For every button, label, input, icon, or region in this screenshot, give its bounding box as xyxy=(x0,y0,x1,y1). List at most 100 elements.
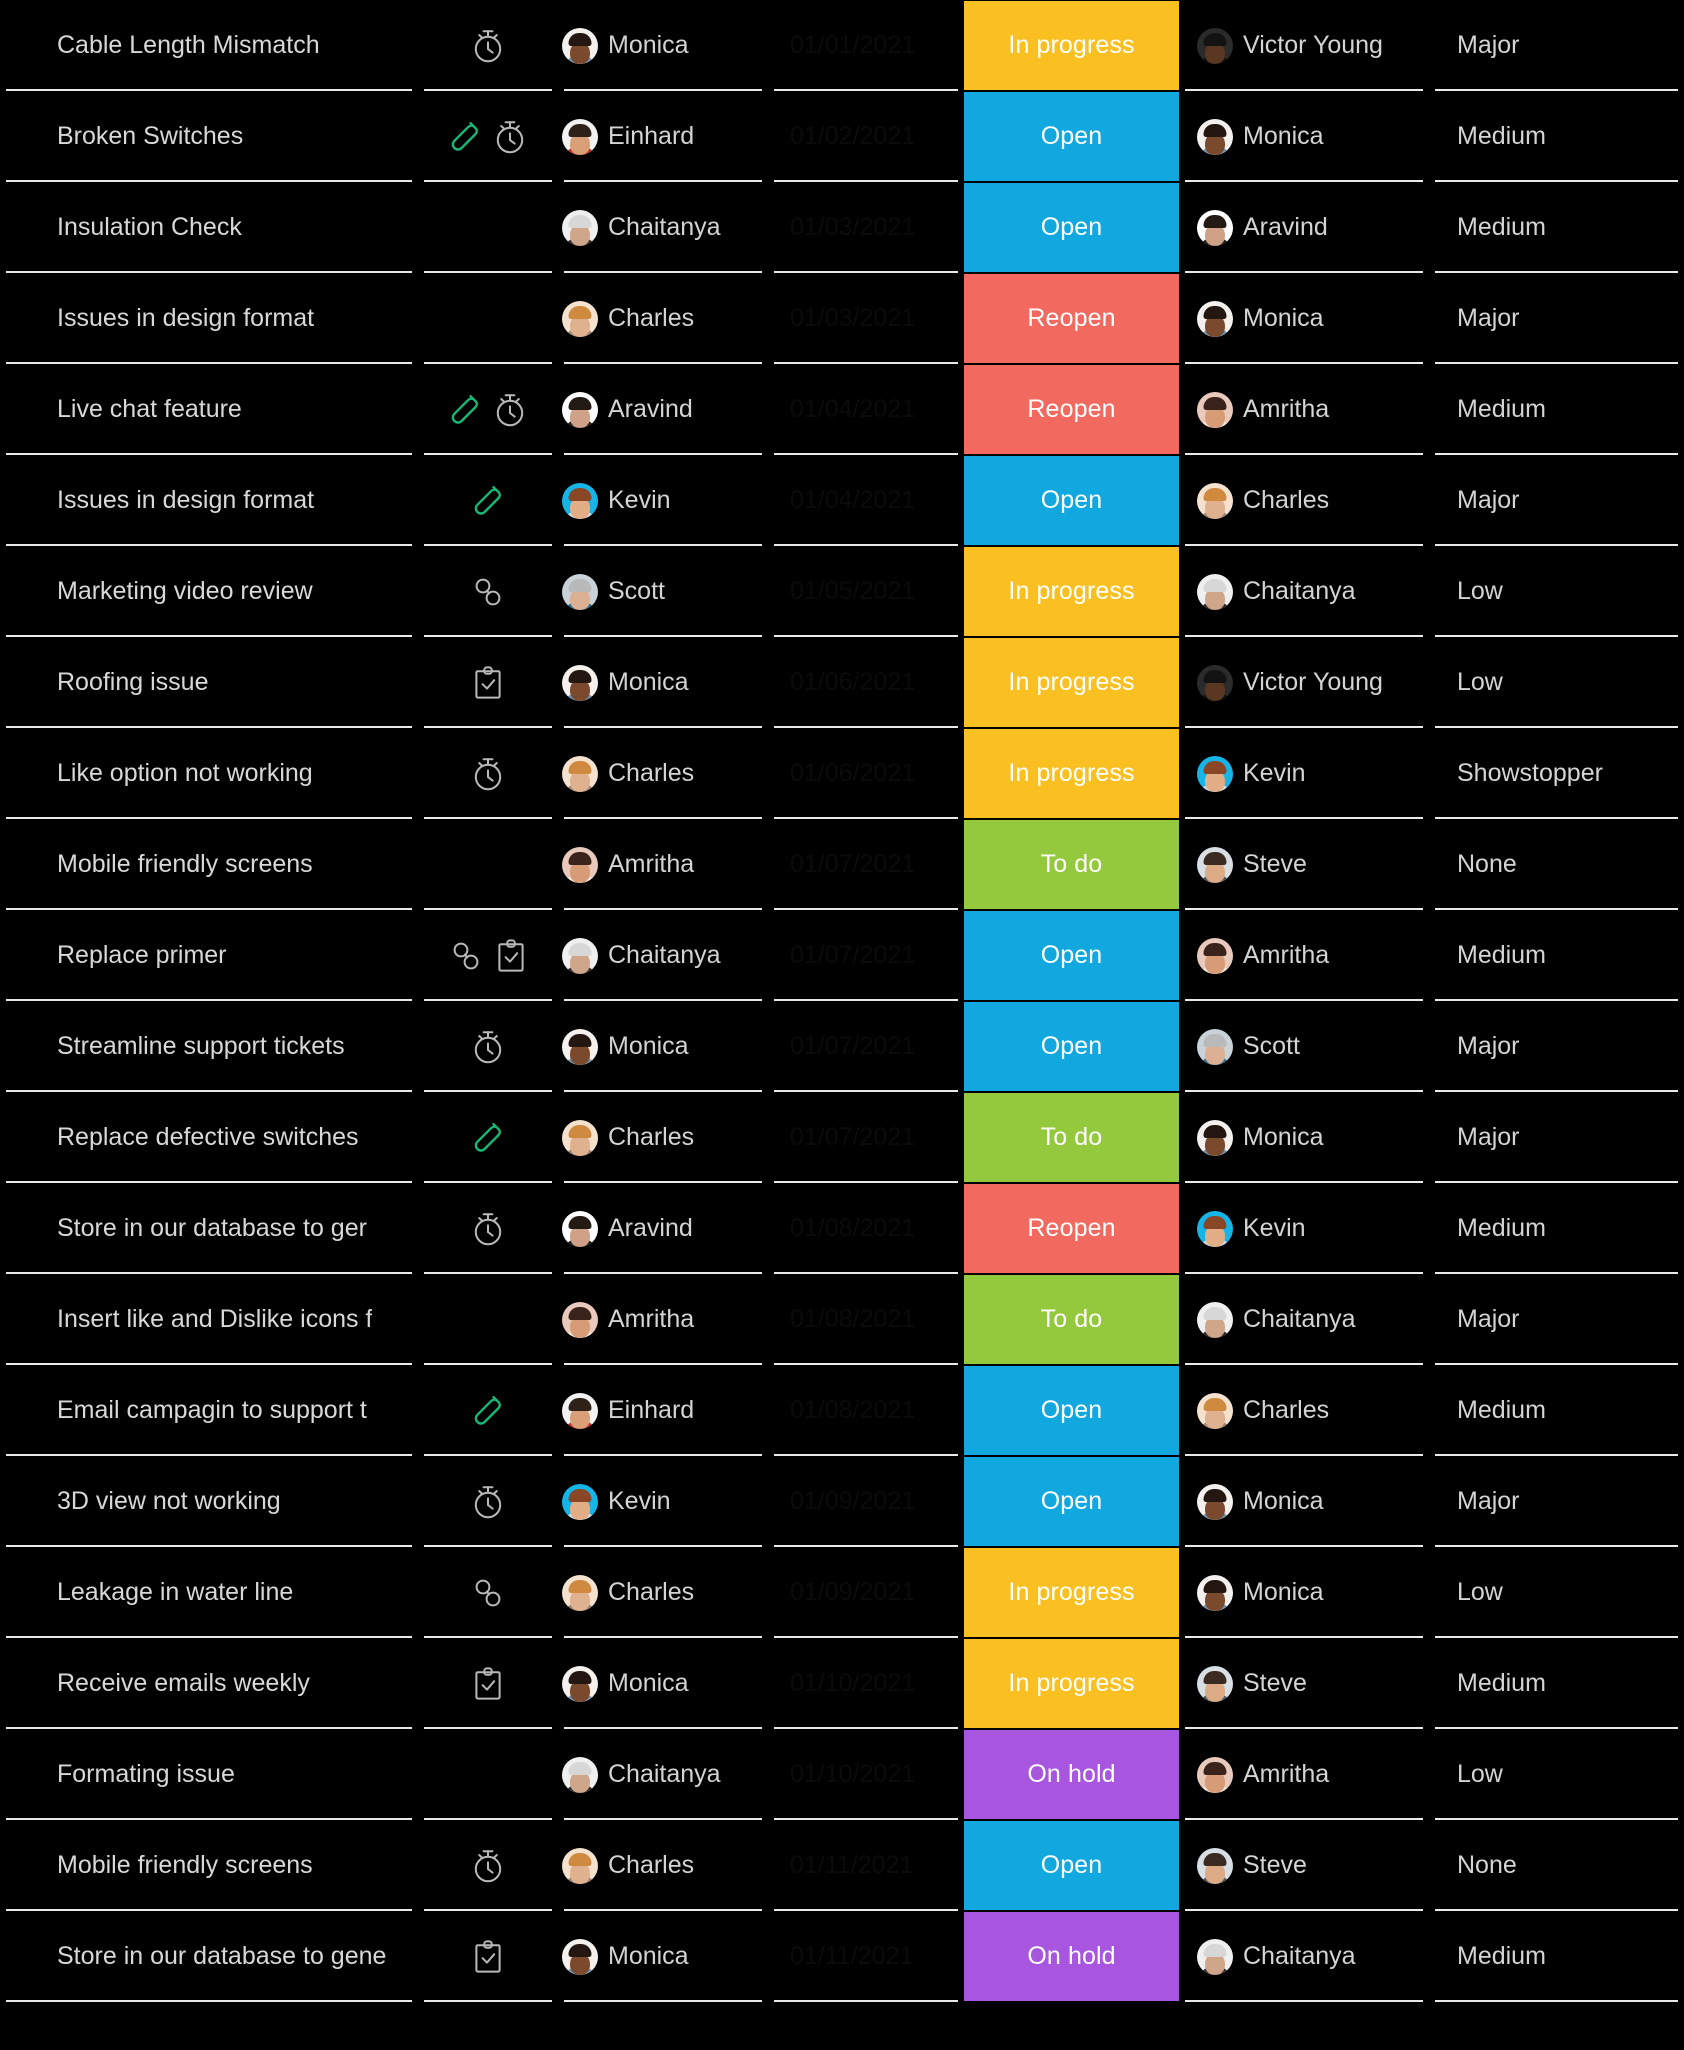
cell-title[interactable]: Issues in design format xyxy=(0,273,418,364)
status-badge[interactable]: Reopen xyxy=(964,274,1179,363)
cell-owner[interactable]: Charles xyxy=(558,728,768,819)
status-badge[interactable]: Open xyxy=(964,92,1179,181)
timer-icon[interactable] xyxy=(472,1484,504,1520)
cell-status[interactable]: Open xyxy=(964,1456,1179,1547)
linked-issues-icon[interactable] xyxy=(472,575,504,609)
cell-status[interactable]: To do xyxy=(964,819,1179,910)
cell-status[interactable]: In progress xyxy=(964,1547,1179,1638)
cell-priority[interactable]: Low xyxy=(1429,546,1684,637)
cell-owner[interactable]: Monica xyxy=(558,0,768,91)
cell-status[interactable]: Open xyxy=(964,455,1179,546)
cell-owner[interactable]: Monica xyxy=(558,1911,768,2002)
timer-icon[interactable] xyxy=(472,1211,504,1247)
cell-title[interactable]: Live chat feature xyxy=(0,364,418,455)
table-row[interactable]: Roofing issue Monica 01/06/2021 In progress… xyxy=(0,637,1684,728)
table-row[interactable]: Store in our database to ger Aravind 01/08… xyxy=(0,1183,1684,1274)
table-row[interactable]: Store in our database to gene Monica 01/11… xyxy=(0,1911,1684,2002)
cell-priority[interactable]: Major xyxy=(1429,1001,1684,1092)
cell-assignee[interactable]: Kevin xyxy=(1179,1183,1429,1274)
status-badge[interactable]: In progress xyxy=(964,1639,1179,1728)
cell-assignee[interactable]: Charles xyxy=(1179,455,1429,546)
escalate-icon[interactable] xyxy=(473,1121,503,1155)
status-badge[interactable]: In progress xyxy=(964,729,1179,818)
cell-status[interactable]: In progress xyxy=(964,546,1179,637)
cell-date[interactable]: 01/10/2021 xyxy=(768,1638,964,1729)
checklist-icon[interactable] xyxy=(496,938,526,974)
status-badge[interactable]: To do xyxy=(964,820,1179,909)
status-badge[interactable]: Reopen xyxy=(964,1184,1179,1273)
cell-priority[interactable]: Medium xyxy=(1429,1911,1684,2002)
status-badge[interactable]: On hold xyxy=(964,1730,1179,1819)
cell-status[interactable]: In progress xyxy=(964,637,1179,728)
table-row[interactable]: Issues in design format Kevin 01/04/2021 Op… xyxy=(0,455,1684,546)
cell-date[interactable]: 01/04/2021 xyxy=(768,455,964,546)
cell-owner[interactable]: Monica xyxy=(558,637,768,728)
cell-assignee[interactable]: Charles xyxy=(1179,1365,1429,1456)
cell-priority[interactable]: Medium xyxy=(1429,1365,1684,1456)
cell-assignee[interactable]: Amritha xyxy=(1179,910,1429,1001)
cell-priority[interactable]: Major xyxy=(1429,273,1684,364)
table-row[interactable]: Receive emails weekly Monica 01/10/2021 In … xyxy=(0,1638,1684,1729)
status-badge[interactable]: In progress xyxy=(964,638,1179,727)
cell-assignee[interactable]: Steve xyxy=(1179,1820,1429,1911)
cell-owner[interactable]: Chaitanya xyxy=(558,910,768,1001)
cell-assignee[interactable]: Steve xyxy=(1179,819,1429,910)
cell-title[interactable]: Mobile friendly screens xyxy=(0,819,418,910)
cell-date[interactable]: 01/06/2021 xyxy=(768,728,964,819)
cell-assignee[interactable]: Monica xyxy=(1179,273,1429,364)
timer-icon[interactable] xyxy=(472,756,504,792)
cell-status[interactable]: In progress xyxy=(964,0,1179,91)
cell-title[interactable]: Leakage in water line xyxy=(0,1547,418,1638)
cell-date[interactable]: 01/03/2021 xyxy=(768,273,964,364)
checklist-icon[interactable] xyxy=(473,665,503,701)
cell-title[interactable]: Streamline support tickets xyxy=(0,1001,418,1092)
status-badge[interactable]: Reopen xyxy=(964,365,1179,454)
timer-icon[interactable] xyxy=(472,28,504,64)
cell-status[interactable]: Reopen xyxy=(964,1183,1179,1274)
table-row[interactable]: Insulation Check Chaitanya 01/03/2021 Open A… xyxy=(0,182,1684,273)
cell-title[interactable]: Email campagin to support t xyxy=(0,1365,418,1456)
cell-status[interactable]: Open xyxy=(964,1365,1179,1456)
cell-priority[interactable]: Low xyxy=(1429,1547,1684,1638)
cell-owner[interactable]: Charles xyxy=(558,1820,768,1911)
checklist-icon[interactable] xyxy=(473,1666,503,1702)
cell-priority[interactable]: Major xyxy=(1429,0,1684,91)
table-row[interactable]: 3D view not working Kevin 01/09/2021 Open Mo… xyxy=(0,1456,1684,1547)
table-row[interactable]: Formating issue Chaitanya 01/10/2021 On hol… xyxy=(0,1729,1684,1820)
cell-date[interactable]: 01/10/2021 xyxy=(768,1729,964,1820)
table-row[interactable]: Replace defective switches Charles 01/07/2… xyxy=(0,1092,1684,1183)
table-row[interactable]: Leakage in water line Charles 01/09/2021 In… xyxy=(0,1547,1684,1638)
cell-status[interactable]: Open xyxy=(964,1001,1179,1092)
cell-date[interactable]: 01/08/2021 xyxy=(768,1183,964,1274)
cell-priority[interactable]: Medium xyxy=(1429,1638,1684,1729)
timer-icon[interactable] xyxy=(494,392,526,428)
cell-status[interactable]: In progress xyxy=(964,1638,1179,1729)
cell-priority[interactable]: Medium xyxy=(1429,1183,1684,1274)
status-badge[interactable]: Open xyxy=(964,1366,1179,1455)
cell-title[interactable]: Cable Length Mismatch xyxy=(0,0,418,91)
cell-date[interactable]: 01/07/2021 xyxy=(768,910,964,1001)
table-row[interactable]: Marketing video review Scott 01/05/2021 In … xyxy=(0,546,1684,637)
cell-title[interactable]: Formating issue xyxy=(0,1729,418,1820)
cell-date[interactable]: 01/02/2021 xyxy=(768,91,964,182)
cell-assignee[interactable]: Chaitanya xyxy=(1179,1274,1429,1365)
cell-priority[interactable]: Medium xyxy=(1429,364,1684,455)
cell-assignee[interactable]: Amritha xyxy=(1179,364,1429,455)
cell-status[interactable]: Reopen xyxy=(964,273,1179,364)
cell-assignee[interactable]: Monica xyxy=(1179,91,1429,182)
cell-status[interactable]: Open xyxy=(964,182,1179,273)
table-row[interactable]: Cable Length Mismatch Monica 01/01/2021 In … xyxy=(0,0,1684,91)
cell-owner[interactable]: Amritha xyxy=(558,819,768,910)
cell-status[interactable]: Open xyxy=(964,91,1179,182)
status-badge[interactable]: In progress xyxy=(964,1,1179,90)
cell-date[interactable]: 01/11/2021 xyxy=(768,1820,964,1911)
cell-title[interactable]: Mobile friendly screens xyxy=(0,1820,418,1911)
cell-priority[interactable]: Showstopper xyxy=(1429,728,1684,819)
cell-owner[interactable]: Chaitanya xyxy=(558,1729,768,1820)
cell-date[interactable]: 01/03/2021 xyxy=(768,182,964,273)
status-badge[interactable]: Open xyxy=(964,1002,1179,1091)
table-row[interactable]: Live chat feature Aravind 01/04/2021 Reopen… xyxy=(0,364,1684,455)
cell-status[interactable]: On hold xyxy=(964,1729,1179,1820)
cell-title[interactable]: Issues in design format xyxy=(0,455,418,546)
timer-icon[interactable] xyxy=(494,119,526,155)
